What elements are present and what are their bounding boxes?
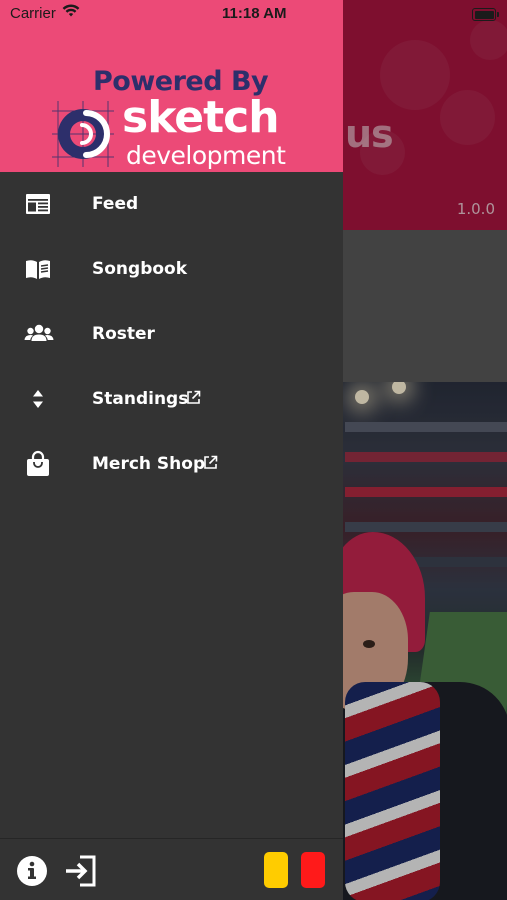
login-button[interactable] bbox=[64, 854, 98, 893]
menu-item-songbook[interactable]: Songbook bbox=[0, 237, 343, 302]
red-card-icon[interactable] bbox=[301, 852, 325, 888]
book-icon bbox=[24, 255, 52, 283]
people-icon bbox=[24, 320, 54, 348]
sort-icon bbox=[24, 385, 52, 413]
menu-label-feed: Feed bbox=[92, 194, 139, 214]
carrier-label: Carrier bbox=[10, 5, 56, 22]
clock: 11:18 AM bbox=[222, 5, 287, 22]
battery-icon bbox=[472, 8, 499, 21]
menu-item-roster[interactable]: Roster bbox=[0, 302, 343, 367]
navigation-drawer: Powered By sketch development Feed Songb… bbox=[0, 0, 343, 900]
feed-icon bbox=[24, 190, 52, 218]
info-icon bbox=[16, 856, 48, 891]
login-icon bbox=[64, 855, 98, 892]
status-bar: Carrier 11:18 AM bbox=[0, 0, 507, 28]
yellow-card-icon[interactable] bbox=[264, 852, 288, 888]
wifi-icon bbox=[62, 4, 80, 23]
footer-divider bbox=[0, 838, 343, 839]
menu-label-roster: Roster bbox=[92, 324, 155, 344]
brand-subtitle: development bbox=[126, 141, 286, 170]
menu-label-merch-shop: Merch Shop bbox=[92, 454, 206, 474]
menu-label-standings: Standings bbox=[92, 389, 189, 409]
external-link-icon bbox=[203, 455, 218, 470]
menu-item-merch-shop[interactable]: Merch Shop bbox=[0, 432, 343, 497]
brand-name: sketch bbox=[122, 92, 280, 143]
shopping-bag-icon bbox=[24, 450, 52, 478]
sketch-logo-icon bbox=[52, 101, 114, 167]
info-button[interactable] bbox=[16, 855, 48, 892]
menu-item-standings[interactable]: Standings bbox=[0, 367, 343, 432]
menu-label-songbook: Songbook bbox=[92, 259, 188, 279]
menu-item-feed[interactable]: Feed bbox=[0, 172, 343, 237]
external-link-icon bbox=[186, 390, 201, 405]
